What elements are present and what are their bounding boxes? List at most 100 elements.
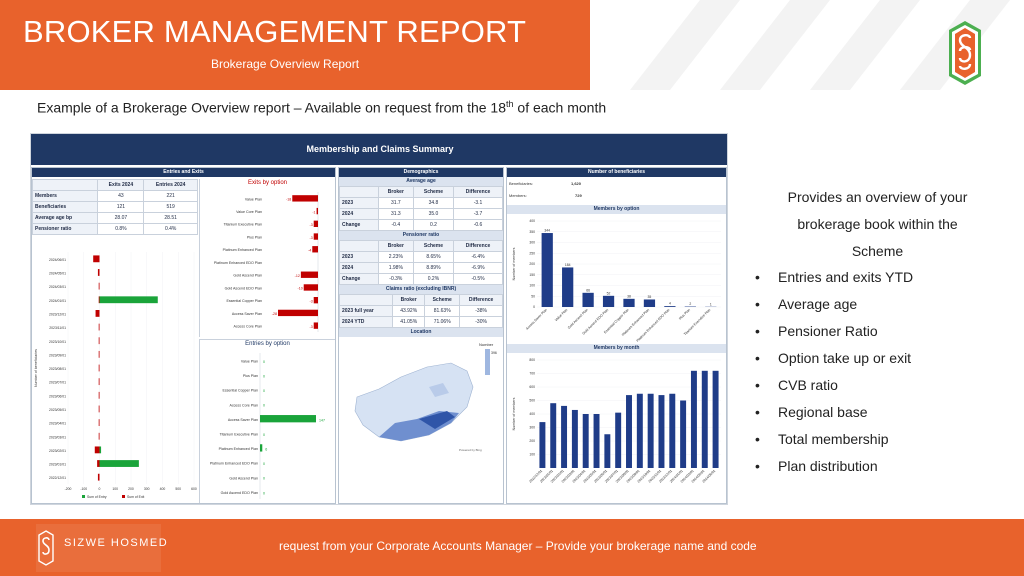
demographics-title: Demographics bbox=[339, 168, 503, 177]
members-by-option-title: Members by option bbox=[507, 205, 726, 214]
average-age-header-cell bbox=[339, 186, 379, 198]
bar-value-label: 1 bbox=[710, 302, 712, 306]
option-label: Access Core Plan bbox=[233, 325, 262, 329]
claims-ratio-header-cell: Difference bbox=[459, 294, 503, 306]
average-age-cell: 31.3 bbox=[377, 208, 414, 220]
y-tick-label: 600 bbox=[529, 385, 535, 389]
bar bbox=[680, 400, 687, 468]
entries-exits-panel: Entries and Exits Exits 2024 Entries 2024… bbox=[31, 167, 336, 504]
demographics-panel: Demographics Average age Broker Scheme Dif… bbox=[338, 167, 504, 504]
y-tick-label: 700 bbox=[529, 372, 535, 376]
feature-item: • Average age bbox=[755, 291, 913, 318]
average-age-cell: 35.0 bbox=[412, 208, 455, 220]
bar bbox=[582, 292, 594, 307]
bar bbox=[712, 370, 719, 468]
entries-exits-cell: 43 bbox=[97, 190, 145, 202]
entries-exits-cell: 121 bbox=[97, 201, 145, 213]
members-label: Members: bbox=[509, 193, 527, 198]
bar bbox=[636, 393, 643, 468]
option-value-label: -10 bbox=[298, 287, 303, 291]
pensioner-ratio-cell: 8.89% bbox=[412, 262, 455, 274]
average-age-cell: 2024 bbox=[339, 208, 379, 220]
option-label: Access Saver Plan bbox=[232, 312, 262, 316]
legend-swatch-entry bbox=[82, 495, 85, 498]
bar-value-label: 344 bbox=[544, 229, 550, 233]
overview-line-2: brokerage book within the bbox=[797, 216, 958, 232]
claims-ratio-cell: 2024 YTD bbox=[339, 316, 394, 328]
legend-exit: Sum of Exit bbox=[127, 495, 144, 499]
location-legend-label: Number bbox=[479, 342, 494, 347]
option-bar bbox=[313, 233, 318, 240]
claims-ratio-cell: 43.92% bbox=[392, 305, 426, 317]
feature-label: Entries and exits YTD bbox=[778, 269, 914, 285]
footer-text: request from your Corporate Accounts Man… bbox=[279, 539, 757, 553]
average-age-row: 2023 31.7 34.8 -3.1 bbox=[339, 197, 503, 209]
exits-by-option-chart: Value Plan -18 Value Core Plan -1 Titanium E… bbox=[214, 192, 319, 332]
members-by-month-title: Members by month bbox=[507, 344, 726, 353]
y-tick-label: 50 bbox=[531, 294, 535, 298]
bar bbox=[623, 298, 635, 307]
claims-ratio-cell: -38% bbox=[459, 305, 503, 317]
pensioner-ratio-cell: 0.2% bbox=[412, 273, 455, 285]
exit-bar bbox=[98, 323, 100, 331]
entries-exits-cell: Members bbox=[32, 190, 99, 202]
pensioner-ratio-title: Pensioner ratio bbox=[339, 231, 503, 240]
option-label: Plus Plan bbox=[247, 235, 262, 239]
entries-exits-cell: 28.07 bbox=[97, 212, 145, 224]
option-label: Platinum Enhanced EDO Plan bbox=[214, 261, 262, 265]
option-value-label: 0 bbox=[263, 462, 265, 466]
y-tick-label: 400 bbox=[529, 412, 535, 416]
exit-bar bbox=[97, 269, 100, 276]
option-bar bbox=[260, 415, 316, 423]
legend-entry: Sum of Entry bbox=[87, 495, 107, 499]
bar bbox=[539, 422, 546, 468]
bar bbox=[669, 393, 676, 468]
month-label: 2023/12/01 bbox=[49, 312, 66, 316]
pensioner-ratio-header-row: Broker Scheme Difference bbox=[339, 240, 503, 252]
entries-exits-header-row: Exits 2024 Entries 2024 bbox=[32, 179, 198, 191]
x-tick-label: 400 bbox=[160, 487, 166, 491]
pensioner-ratio-cell: 1.98% bbox=[377, 262, 414, 274]
bar-value-label: 38 bbox=[627, 294, 631, 298]
y-tick-label: 400 bbox=[529, 219, 535, 223]
bullet-marker: • bbox=[755, 323, 760, 339]
report-preview: Membership and Claims Summary Entries an… bbox=[30, 133, 728, 505]
exits-by-option-title: Exits by option bbox=[247, 180, 288, 186]
footer-logo-icon bbox=[38, 530, 54, 566]
option-value-label: 0 bbox=[263, 433, 265, 437]
exit-bar bbox=[98, 405, 100, 413]
y-tick-label: 200 bbox=[529, 262, 535, 266]
bar bbox=[541, 233, 553, 307]
claims-ratio-header-row: Broker Scheme Difference bbox=[339, 294, 503, 306]
exit-bar bbox=[94, 446, 100, 454]
month-label: 2023/02/01 bbox=[49, 449, 66, 453]
feature-label: Option take up or exit bbox=[778, 350, 912, 366]
exit-bar bbox=[98, 419, 100, 426]
bullet-marker: • bbox=[755, 296, 760, 312]
month-label: 2023/05/01 bbox=[49, 408, 66, 412]
option-label: Value Plan bbox=[245, 197, 262, 201]
bar bbox=[604, 434, 611, 468]
members-by-month-chart: 800 700 600 500 400 300 200 100 Number of member… bbox=[512, 358, 721, 484]
option-value-label: 0 bbox=[263, 360, 265, 364]
pensioner-ratio-table: Broker Scheme Difference 2023 2.23% 8.65% -6.4… bbox=[339, 240, 503, 285]
exit-bar bbox=[93, 255, 100, 263]
bar bbox=[571, 409, 578, 468]
option-label: Access Core Plan bbox=[229, 403, 258, 407]
option-label: Gold Ascend EDO Plan bbox=[225, 286, 262, 290]
beneficiaries-summary: Beneficiaries: 1,620 bbox=[509, 181, 725, 191]
y-tick-label: 250 bbox=[529, 251, 535, 255]
claims-ratio-cell: 71.06% bbox=[424, 316, 461, 328]
bar bbox=[647, 393, 654, 468]
claims-ratio-header-cell: Scheme bbox=[424, 294, 461, 306]
y-tick-label: 100 bbox=[529, 453, 535, 457]
feature-item: • Option take up or exit bbox=[755, 345, 913, 372]
pensioner-ratio-cell: 8.65% bbox=[412, 251, 455, 263]
pensioner-ratio-cell: -6.4% bbox=[453, 251, 503, 263]
option-label: Titanium Executive Plan bbox=[224, 223, 262, 227]
option-label: Platinum Enhanced EDO Plan bbox=[210, 462, 258, 466]
y-axis-label: Number of beneficiaries bbox=[34, 349, 38, 387]
average-age-cell: 31.7 bbox=[377, 197, 414, 209]
feature-label: Total membership bbox=[778, 431, 889, 447]
option-value-label: 0 bbox=[263, 389, 265, 393]
